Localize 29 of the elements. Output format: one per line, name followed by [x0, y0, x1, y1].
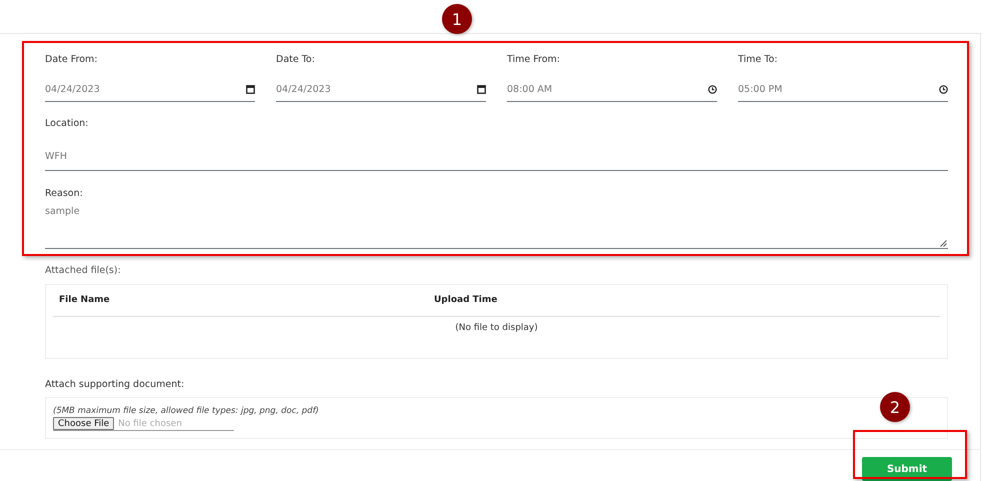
resize-handle-icon[interactable]: [940, 240, 947, 247]
hint-text: (5MB maximum file size, allowed file types: jpg, png, doc, pdf): [53, 406, 319, 416]
date-field[interactable]: 04/24/2023: [45, 78, 255, 102]
clock-icon: [708, 85, 717, 94]
time-field[interactable]: 08:00 AM: [507, 78, 717, 102]
field-label: Attached file(s):: [45, 264, 121, 277]
field-label: Reason:: [45, 188, 83, 200]
step-badge: 1: [442, 4, 472, 34]
field-label: Time To:: [738, 54, 778, 66]
field-label: Date To:: [276, 54, 315, 66]
field-label: Time From:: [507, 54, 560, 66]
calendar-icon: [246, 85, 255, 94]
file-status: No file chosen: [118, 418, 182, 429]
step-badge: 2: [880, 392, 910, 422]
location-field[interactable]: WFH: [45, 142, 948, 172]
file-input[interactable]: Choose File No file chosen: [53, 417, 234, 432]
clock-icon: [939, 85, 948, 94]
field-label: Location:: [45, 118, 88, 130]
column-header: Upload Time: [433, 295, 498, 306]
field-label: Date From:: [45, 54, 98, 66]
column-header: File Name: [58, 295, 111, 306]
choose-file-button[interactable]: Choose File: [53, 417, 114, 430]
empty-message: (No file to display): [455, 322, 538, 333]
field-label: Attach supporting document:: [45, 379, 184, 392]
calendar-icon: [477, 85, 486, 94]
time-field[interactable]: 05:00 PM: [738, 78, 948, 102]
date-field[interactable]: 04/24/2023: [276, 78, 486, 102]
reason-field[interactable]: sample: [45, 206, 948, 249]
submit-button[interactable]: Submit: [862, 457, 952, 481]
